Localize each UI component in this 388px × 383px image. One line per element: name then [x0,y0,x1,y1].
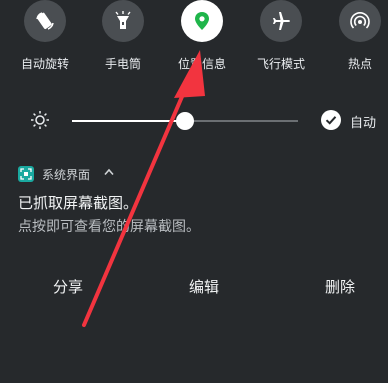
quick-settings-panel: 自动旋转 手电筒 位置信息 飞行模式 热点 [0,0,388,80]
tile-flashlight[interactable]: 手电筒 [91,0,155,80]
tile-airplane-mode[interactable]: 飞行模式 [249,0,313,80]
auto-brightness-checkbox[interactable] [321,110,341,130]
tile-auto-rotate[interactable]: 自动旋转 [13,0,77,80]
tile-label: 热点 [347,57,372,71]
tile-location[interactable]: 位置信息 [170,0,234,80]
tile-label: 飞行模式 [256,57,305,71]
hotspot-button[interactable] [339,0,381,42]
share-button[interactable]: 分享 [28,276,108,297]
edit-button[interactable]: 编辑 [164,276,244,297]
delete-button[interactable]: 删除 [300,276,380,297]
hotspot-icon [350,12,370,29]
tile-label: 手电筒 [104,57,141,71]
screenshot-app-icon [18,166,34,182]
flashlight-icon [115,11,131,29]
location-icon [195,12,209,30]
notification-shade: 自动旋转 手电筒 位置信息 飞行模式 热点 自动 系统界面 已抓取屏幕截图。 点… [0,0,388,383]
airplane-icon [273,12,290,30]
notification-title: 已抓取屏幕截图。 [18,194,139,212]
brightness-slider[interactable] [72,112,298,130]
chevron-up-icon[interactable] [104,168,114,176]
screenshot-icon [20,168,32,180]
brightness-control: 自动 [0,100,388,140]
airplane-mode-button[interactable] [260,0,302,42]
auto-rotate-icon [36,12,55,30]
notification-text: 点按即可查看您的屏幕截图。 [18,219,200,235]
tile-label: 位置信息 [177,57,226,71]
tile-hotspot[interactable]: 热点 [328,0,388,80]
auto-rotate-button[interactable] [24,0,66,42]
location-button[interactable] [181,0,223,42]
notification-app-name: 系统界面 [42,168,91,182]
check-icon [325,116,337,125]
tile-label: 自动旋转 [20,57,69,71]
flashlight-button[interactable] [102,0,144,42]
auto-brightness-label[interactable]: 自动 [350,112,376,131]
brightness-icon [31,111,49,129]
screenshot-notification[interactable]: 系统界面 已抓取屏幕截图。 点按即可查看您的屏幕截图。 分享 编辑 删除 [0,160,388,310]
brightness-slider-thumb[interactable] [176,112,194,130]
brightness-slider-fill [72,120,185,122]
